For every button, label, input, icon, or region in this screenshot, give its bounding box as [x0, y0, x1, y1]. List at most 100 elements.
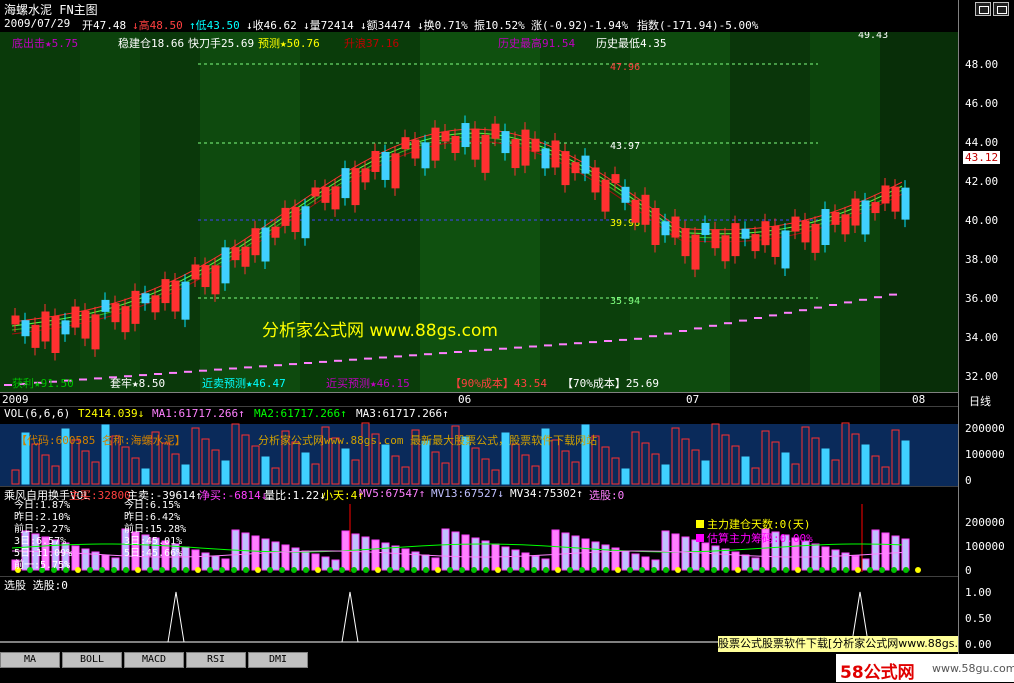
turnover-bar-50 [511, 549, 520, 571]
candle-body-79 [801, 220, 810, 243]
cost-dot-32 [484, 348, 492, 351]
volume-bar-69 [701, 460, 710, 485]
footer-ad-banner[interactable]: 股票公式股票软件下载[分析家公式网www.88gs.com] [718, 636, 958, 652]
price-tick-4: 40.00 [965, 214, 999, 227]
turnover-field-8: MV34:75302↑ [510, 487, 583, 500]
quote-field-9: 涨(-0.92)-1.94% [531, 19, 629, 32]
ind-left-line-2: 前日:2.27% [14, 524, 71, 535]
turnover-bar-46 [471, 537, 480, 571]
candle-body-37 [381, 151, 390, 180]
turnover-tick-0: 200000 [965, 516, 1005, 529]
volume-bar-81 [821, 448, 830, 485]
volume-bar-65 [661, 464, 670, 485]
brand-logo: 58公式网 www.58gu.com [836, 654, 1014, 683]
volume-field-2: MA1:61717.266↑ [152, 407, 245, 420]
signal-dot-12 [159, 567, 165, 573]
signal-dot-25 [315, 567, 321, 573]
turnover-bar-86 [871, 529, 880, 571]
turnover-bar-59 [601, 544, 610, 571]
volume-bar-73 [741, 456, 750, 485]
candle-body-56 [571, 162, 580, 174]
turnover-indicator-panel[interactable]: 乘风自用换手VOL 主买:32800 主卖:-39614↑ 净买:-6814↓ 量比:1… [0, 485, 958, 576]
candle-body-77 [781, 230, 790, 269]
candle-body-18 [191, 264, 200, 280]
cost-dot-44 [664, 332, 672, 335]
candle-body-53 [541, 148, 550, 169]
candle-body-42 [431, 127, 440, 161]
quote-field-0: 2009/07/29 [4, 17, 71, 30]
cost-dot-22 [334, 359, 342, 362]
date-label-06: 06 [458, 393, 472, 406]
signal-dot-69 [843, 567, 849, 573]
turnover-bar-18 [191, 549, 200, 571]
cost-dot-33 [499, 347, 507, 350]
ind-mid-line-2: 前日:15.28% [124, 524, 187, 535]
candle-body-34 [351, 168, 360, 206]
signal-dot-37 [459, 567, 465, 573]
volume-panel[interactable]: VOL(6,6,6) T2414.039↓ MA1:61717.266↑ MA2:61… [0, 405, 958, 486]
signal-dot-49 [603, 567, 609, 573]
tab-macd[interactable]: MACD [124, 652, 184, 668]
signal-dot-23 [291, 567, 297, 573]
ind-mid-line-4: 5日:45.66% [124, 548, 183, 559]
cost-dot-58 [874, 296, 882, 299]
candle-body-7 [81, 310, 90, 339]
signal-dot-38 [471, 567, 477, 573]
top-labels-item-4: 升浪37.16 [344, 37, 400, 50]
cost-dot-52 [784, 311, 792, 314]
tab-rsi[interactable]: RSI [186, 652, 246, 668]
bg-band-6 [540, 32, 630, 392]
bg-band-10 [880, 32, 958, 392]
volume-bar-77 [781, 452, 790, 485]
cost-dot-25 [379, 356, 387, 359]
turnover-bar-82 [831, 549, 840, 571]
volume-bar-61 [621, 468, 630, 485]
cost-dot-31 [469, 349, 477, 352]
cost-dot-38 [574, 342, 582, 345]
main-price-panel[interactable]: 47.96 43.97 39.96 35.94 49.43 底出击★5.75 稳建仓18.… [0, 32, 958, 392]
quote-field-5: ↓量72414 [303, 19, 354, 32]
tab-boll[interactable]: BOLL [62, 652, 122, 668]
quote-field-3: ↑低43.50 [189, 19, 240, 32]
bg-band-2 [140, 32, 200, 392]
turnover-bar-67 [681, 536, 690, 571]
tab-ma[interactable]: MA [0, 652, 60, 668]
turnover-field-7: MV13:67527↓ [431, 487, 504, 500]
panel-close-icon[interactable] [993, 2, 1009, 16]
signal-dot-43 [531, 567, 537, 573]
candle-body-29 [301, 206, 310, 239]
yellow-square-icon [696, 520, 704, 528]
candle-body-59 [601, 179, 610, 212]
signal-dot-39 [483, 567, 489, 573]
candle-body-62 [631, 199, 640, 223]
quote-field-4: ↓收46.62 [246, 19, 297, 32]
volume-field-0: VOL(6,6,6) [4, 407, 71, 420]
signal-dot-44 [543, 567, 549, 573]
signal-dot-72 [879, 567, 885, 573]
quote-field-2: ↓高48.50 [132, 19, 183, 32]
candle-body-36 [371, 150, 380, 172]
candle-body-35 [361, 168, 370, 183]
turnover-bar-27 [281, 544, 290, 571]
candle-body-1 [21, 320, 30, 337]
price-tick-2: 44.00 [965, 136, 999, 149]
cost-dot-29 [439, 352, 447, 355]
candle-body-4 [51, 315, 60, 353]
signal-dot-73 [891, 567, 897, 573]
tab-dmi[interactable]: DMI [248, 652, 308, 668]
signal-dot-66 [807, 567, 813, 573]
panel-toggle-icon[interactable] [975, 2, 991, 16]
selection-tick-0: 1.00 [965, 586, 992, 599]
bottom-labels-item-3: 近买预测★46.15 [326, 377, 410, 390]
ind-left-line-4: 5日:11.09% [14, 548, 73, 559]
ind-left-line-5: 前一:5.75% [14, 560, 71, 571]
signal-dot-17 [219, 567, 225, 573]
signal-dot-53 [651, 567, 657, 573]
candle-body-51 [521, 129, 530, 166]
candle-body-21 [221, 247, 230, 284]
cost-dot-42 [634, 337, 642, 340]
candle-body-16 [171, 280, 180, 312]
candle-body-82 [831, 211, 840, 225]
turnover-field-4: 量比:1.22↓ [264, 489, 326, 502]
signal-dot-29 [363, 567, 369, 573]
